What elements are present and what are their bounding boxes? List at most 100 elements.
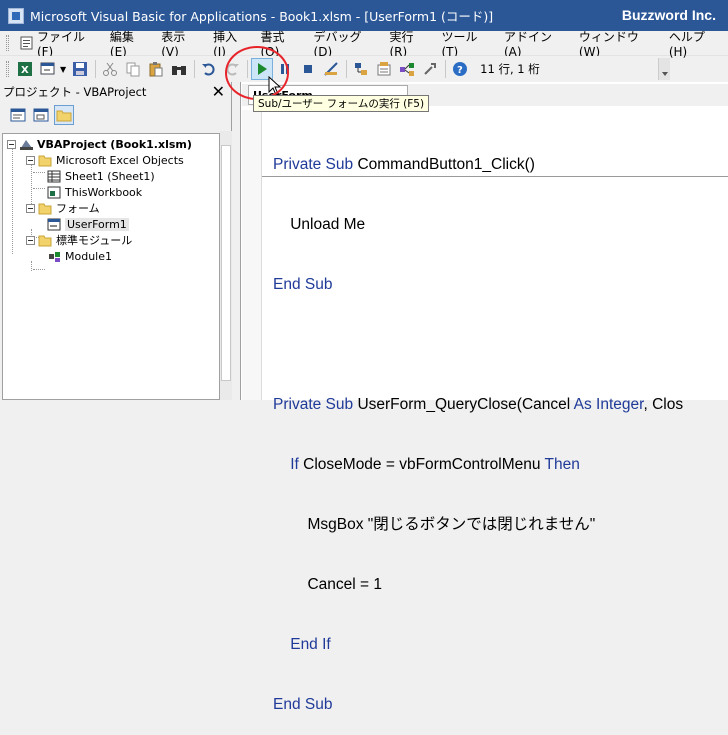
tree-connector	[33, 188, 45, 189]
cut-button[interactable]	[99, 58, 121, 80]
tree-label: VBAProject (Book1.xlsm)	[37, 137, 192, 151]
menu-insert[interactable]: 挿入(I)	[208, 30, 255, 59]
tree-item-userform1[interactable]: UserForm1	[47, 216, 129, 232]
menu-view[interactable]: 表示(V)	[156, 30, 208, 59]
menu-addins-label: アドイン(A)	[503, 29, 552, 59]
collapse-toggle-icon[interactable]	[7, 139, 16, 149]
help-button[interactable]: ?	[449, 58, 471, 80]
toolbar-separator	[247, 60, 249, 78]
properties-icon	[377, 62, 391, 76]
tree-item-forms[interactable]: フォーム	[26, 200, 100, 216]
binoculars-icon	[172, 66, 187, 75]
tree-label: 標準モジュール	[56, 234, 133, 247]
code-line: MsgBox "閉じるボタンでは閉じれません"	[273, 515, 683, 535]
object-browser-icon	[400, 63, 415, 76]
project-tree-scrollbar[interactable]	[220, 131, 232, 400]
paste-button[interactable]	[145, 58, 167, 80]
object-browser-button[interactable]	[396, 58, 418, 80]
tree-connector	[33, 269, 45, 270]
tree-item-module1[interactable]: Module1	[47, 248, 112, 264]
help-icon: ?	[453, 62, 468, 76]
menu-run-label: 実行(R)	[389, 29, 414, 59]
collapse-toggle-icon[interactable]	[26, 235, 35, 245]
toolbox-button[interactable]	[419, 58, 441, 80]
properties-window-button[interactable]	[373, 58, 395, 80]
userform-icon	[47, 218, 61, 230]
design-mode-button[interactable]	[320, 58, 342, 80]
menu-help[interactable]: ヘルプ(H)	[664, 30, 728, 59]
project-explorer-icon	[355, 63, 368, 75]
excel-view-button[interactable]: X	[14, 58, 36, 80]
workbook-icon	[47, 186, 61, 198]
project-explorer-title-label: プロジェクト - VBAProject	[3, 85, 147, 99]
undo-button[interactable]	[198, 58, 220, 80]
menu-view-label: 表示(V)	[161, 29, 186, 59]
folder-icon	[56, 110, 72, 122]
folder-open-icon	[38, 235, 52, 246]
menu-window[interactable]: ウィンドウ(W)	[574, 30, 664, 59]
standard-toolbar: X ▼ ? 11 行, 1 桁	[0, 56, 670, 82]
code-line: Cancel = 1	[273, 575, 683, 595]
save-button[interactable]	[69, 58, 91, 80]
keyword: As Integer	[573, 396, 644, 413]
menu-addins[interactable]: アドイン(A)	[499, 30, 574, 59]
svg-text:?: ?	[457, 65, 463, 76]
menu-run[interactable]: 実行(R)	[384, 30, 436, 59]
toolbar-separator	[346, 60, 348, 78]
tree-connector	[31, 164, 32, 204]
code-line: If CloseMode = vbFormControlMenu Then	[273, 455, 683, 475]
menubar-grip[interactable]	[6, 35, 9, 51]
menu-file[interactable]: ファイル(F)	[15, 30, 105, 59]
find-button[interactable]	[168, 58, 190, 80]
code-line: Unload Me	[273, 215, 683, 235]
reset-button[interactable]	[297, 58, 319, 80]
code-text: , Clos	[643, 396, 684, 413]
code-text: CommandButton1_Click()	[353, 156, 535, 173]
tree-item-thisworkbook[interactable]: ThisWorkbook	[47, 184, 142, 200]
brand-label: Buzzword Inc.	[621, 7, 716, 23]
collapse-toggle-icon[interactable]	[26, 203, 35, 213]
project-explorer-title: プロジェクト - VBAProject ✕	[0, 82, 231, 102]
close-icon[interactable]: ✕	[212, 82, 225, 101]
collapse-toggle-icon[interactable]	[26, 155, 35, 165]
project-explorer-button[interactable]	[350, 58, 372, 80]
menu-edit[interactable]: 編集(E)	[105, 30, 156, 59]
cursor-position: 11 行, 1 桁	[480, 62, 540, 76]
menu-tools-label: ツール(T)	[441, 29, 478, 59]
keyword: Private Sub	[273, 396, 354, 413]
cut-icon	[103, 62, 118, 76]
tree-item-modules[interactable]: 標準モジュール	[26, 232, 132, 248]
code-line: Private Sub UserForm_QueryClose(Cancel A…	[273, 395, 683, 415]
menu-format-label: 書式(O)	[260, 29, 285, 59]
pause-icon	[281, 64, 290, 74]
break-button[interactable]	[274, 58, 296, 80]
toolbar-options-button[interactable]	[658, 58, 670, 80]
code-line: End Sub	[273, 695, 683, 715]
tree-connector	[31, 261, 32, 271]
copy-button[interactable]	[122, 58, 144, 80]
code-editor[interactable]: Private Sub CommandButton1_Click() Unloa…	[273, 115, 683, 735]
view-code-button[interactable]	[8, 105, 28, 125]
code-text: MsgBox "閉じるボタンでは閉じれません"	[273, 516, 596, 533]
menu-debug[interactable]: デバッグ(D)	[309, 30, 385, 59]
run-sub-button[interactable]	[251, 58, 274, 80]
tree-item-vbaproject[interactable]: VBAProject (Book1.xlsm)	[7, 136, 192, 152]
view-object-button[interactable]	[31, 105, 51, 125]
menu-tools[interactable]: ツール(T)	[436, 30, 499, 59]
insert-dropdown-icon[interactable]: ▼	[60, 65, 66, 74]
tree-item-excel-objects[interactable]: Microsoft Excel Objects	[26, 152, 184, 168]
insert-userform-button[interactable]	[37, 58, 59, 80]
scrollbar-thumb[interactable]	[221, 145, 231, 381]
redo-icon	[226, 63, 240, 76]
toolbar-separator	[95, 60, 97, 78]
toggle-folders-button[interactable]	[54, 105, 74, 125]
tree-item-sheet1[interactable]: Sheet1 (Sheet1)	[47, 168, 155, 184]
redo-button[interactable]	[221, 58, 243, 80]
toolbar-grip[interactable]	[6, 61, 9, 77]
play-icon	[258, 63, 268, 75]
code-margin	[242, 110, 262, 400]
menu-format[interactable]: 書式(O)	[255, 30, 308, 59]
vba-app-icon	[8, 7, 24, 24]
code-line: End Sub	[273, 275, 683, 295]
tree-label: Module1	[65, 249, 112, 263]
